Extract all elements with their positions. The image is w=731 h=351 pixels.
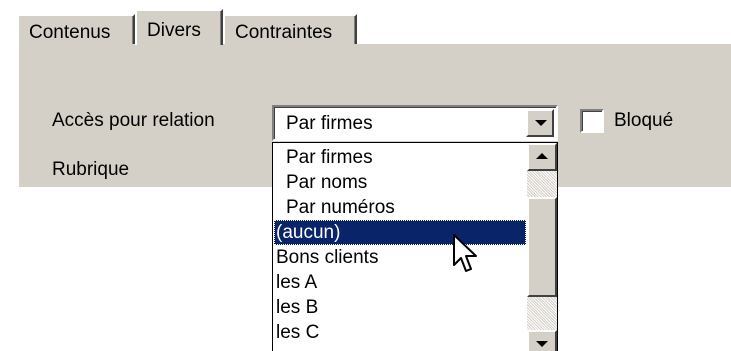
arrow-down-icon xyxy=(536,341,548,347)
dialog-root: Contenus Contraintes Divers Accès pour r… xyxy=(0,0,731,351)
tab-contraintes[interactable]: Contraintes xyxy=(223,14,357,44)
access-label: Accès pour relation xyxy=(52,110,215,131)
combo-value: Par firmes xyxy=(286,113,373,134)
scroll-thumb[interactable] xyxy=(527,197,557,297)
list-item[interactable]: Par numéros xyxy=(274,195,526,220)
bloque-label[interactable]: Bloqué xyxy=(614,110,673,132)
combo-dropdown-list[interactable]: Par firmes Par noms Par numéros (aucun) … xyxy=(272,142,558,351)
dropdown-scrollbar[interactable] xyxy=(527,143,557,351)
mouse-pointer-icon xyxy=(453,234,477,272)
tab-divers[interactable]: Divers xyxy=(135,9,223,45)
scroll-down-button[interactable] xyxy=(527,330,557,351)
list-item[interactable]: les C xyxy=(274,320,526,345)
list-item-selected[interactable]: (aucun) xyxy=(274,220,526,245)
chevron-down-icon xyxy=(535,120,547,126)
list-item[interactable]: Par firmes xyxy=(274,145,526,170)
list-item[interactable]: Bons clients xyxy=(274,245,526,270)
list-item[interactable]: Par noms xyxy=(274,170,526,195)
scroll-up-button[interactable] xyxy=(527,143,557,171)
list-item[interactable]: les A xyxy=(274,270,526,295)
list-item[interactable]: les B xyxy=(274,295,526,320)
combo-dropdown-button[interactable] xyxy=(526,109,554,137)
arrow-up-icon xyxy=(536,153,548,159)
bloque-checkbox[interactable] xyxy=(580,109,604,133)
tab-contenus[interactable]: Contenus xyxy=(17,14,135,44)
rubrique-label: Rubrique xyxy=(52,159,130,180)
access-combo[interactable]: Par firmes xyxy=(272,105,558,141)
